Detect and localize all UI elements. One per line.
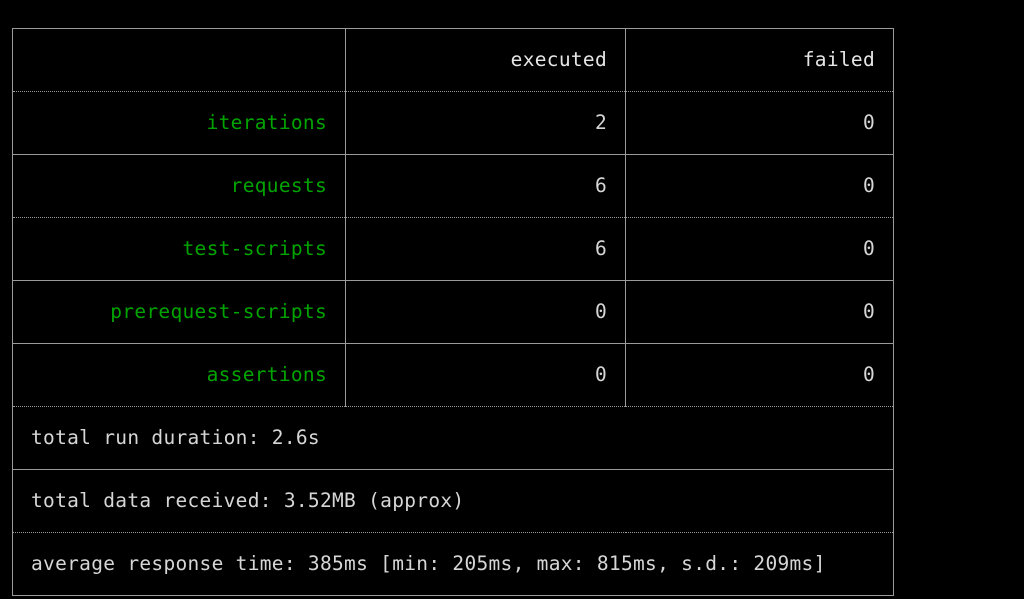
row-executed-iterations: 2 <box>345 91 626 155</box>
row-failed-assertions: 0 <box>625 343 894 407</box>
table-header-row: executed failed <box>13 28 894 92</box>
header-failed: failed <box>625 28 894 92</box>
row-failed-test-scripts: 0 <box>625 217 894 281</box>
summary-footer-row: average response time: 385ms [min: 205ms… <box>12 532 894 596</box>
row-failed-iterations: 0 <box>625 91 894 155</box>
total-run-duration: total run duration: 2.6s <box>12 406 894 470</box>
table-row: requests 6 0 <box>12 154 894 218</box>
row-executed-prerequest-scripts: 0 <box>345 280 626 344</box>
row-executed-assertions: 0 <box>345 343 626 407</box>
table-row: iterations 2 0 <box>12 91 894 155</box>
row-failed-prerequest-scripts: 0 <box>625 280 894 344</box>
newman-run-summary-table: executed failed iterations 2 0 requests … <box>12 28 894 596</box>
row-label-test-scripts: test-scripts <box>12 217 346 281</box>
total-data-received: total data received: 3.52MB (approx) <box>12 469 894 533</box>
row-failed-requests: 0 <box>625 154 894 218</box>
row-label-requests: requests <box>12 154 346 218</box>
average-response-time: average response time: 385ms [min: 205ms… <box>12 532 894 596</box>
row-label-iterations: iterations <box>12 91 346 155</box>
row-label-assertions: assertions <box>12 343 346 407</box>
table-row: test-scripts 6 0 <box>12 217 894 281</box>
summary-footer-row: total data received: 3.52MB (approx) <box>12 469 894 533</box>
header-executed: executed <box>345 28 626 92</box>
row-executed-requests: 6 <box>345 154 626 218</box>
row-label-prerequest-scripts: prerequest-scripts <box>12 280 346 344</box>
table-row: prerequest-scripts 0 0 <box>12 280 894 344</box>
header-blank <box>13 29 346 92</box>
terminal-window: executed failed iterations 2 0 requests … <box>0 0 1024 599</box>
table-row: assertions 0 0 <box>12 343 894 407</box>
row-executed-test-scripts: 6 <box>345 217 626 281</box>
summary-footer-row: total run duration: 2.6s <box>12 406 894 470</box>
